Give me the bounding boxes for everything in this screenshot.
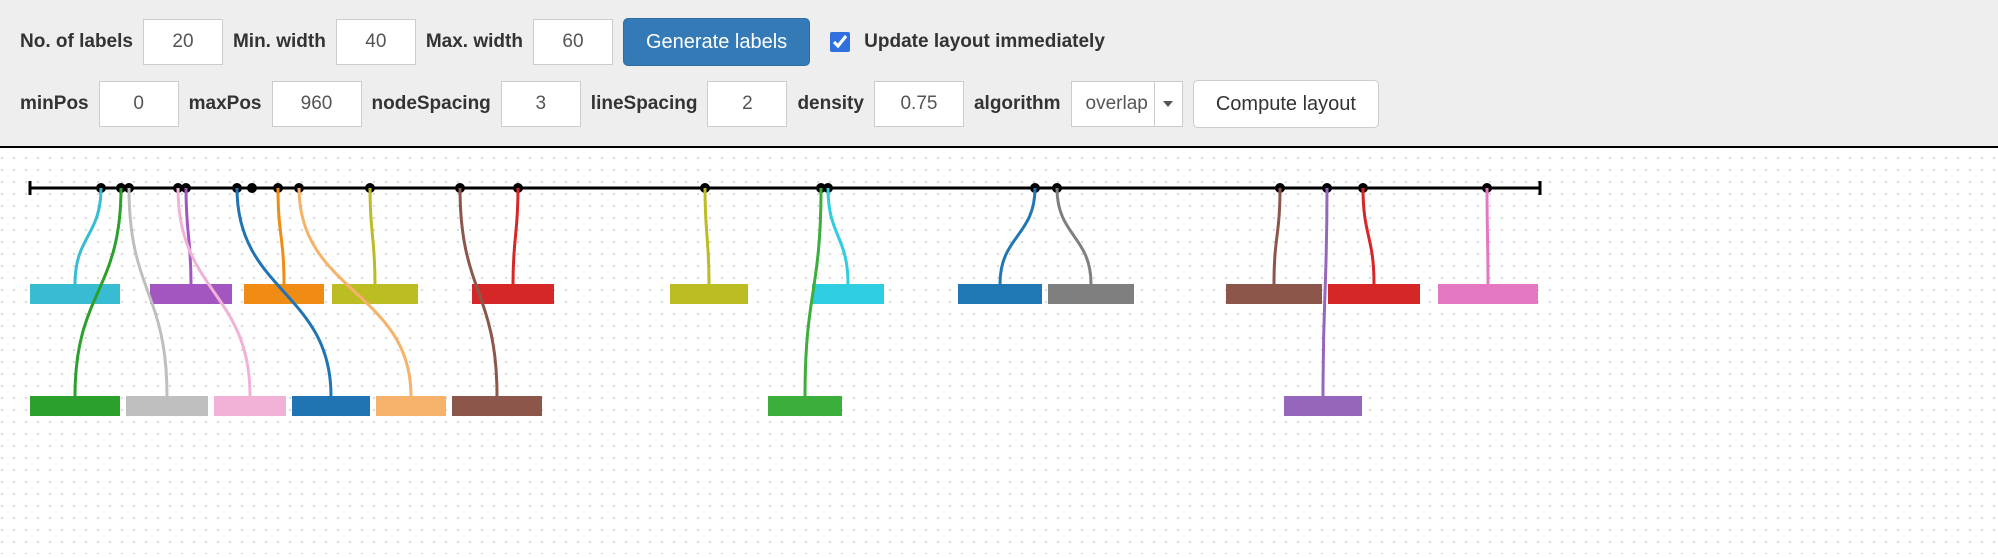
- algorithm-select-value: overlap: [1086, 93, 1148, 115]
- min-width-label: Min. width: [233, 31, 326, 53]
- update-immediately-label: Update layout immediately: [864, 31, 1105, 53]
- density-input[interactable]: [874, 81, 964, 127]
- controls-panel: No. of labels Min. width Max. width Gene…: [0, 0, 1998, 148]
- maxpos-label: maxPos: [189, 93, 262, 115]
- density-label: density: [797, 93, 864, 115]
- linespacing-input[interactable]: [707, 81, 787, 127]
- maxpos-input[interactable]: [272, 81, 362, 127]
- minpos-input[interactable]: [99, 81, 179, 127]
- nodespacing-label: nodeSpacing: [372, 93, 491, 115]
- controls-row-2: minPos maxPos nodeSpacing lineSpacing de…: [20, 80, 1978, 128]
- update-immediately-checkbox[interactable]: [830, 32, 850, 52]
- generate-labels-button[interactable]: Generate labels: [623, 18, 810, 66]
- max-width-input[interactable]: [533, 19, 613, 65]
- layout-svg: [0, 148, 1998, 554]
- algorithm-select[interactable]: overlap: [1071, 81, 1183, 127]
- chevron-down-icon: [1154, 82, 1182, 126]
- compute-layout-button[interactable]: Compute layout: [1193, 80, 1379, 128]
- layout-visualization: [0, 148, 1998, 554]
- max-width-label: Max. width: [426, 31, 523, 53]
- linespacing-label: lineSpacing: [591, 93, 698, 115]
- minpos-label: minPos: [20, 93, 89, 115]
- controls-row-1: No. of labels Min. width Max. width Gene…: [20, 18, 1978, 66]
- num-labels-label: No. of labels: [20, 31, 133, 53]
- min-width-input[interactable]: [336, 19, 416, 65]
- algorithm-label: algorithm: [974, 93, 1061, 115]
- num-labels-input[interactable]: [143, 19, 223, 65]
- nodespacing-input[interactable]: [501, 81, 581, 127]
